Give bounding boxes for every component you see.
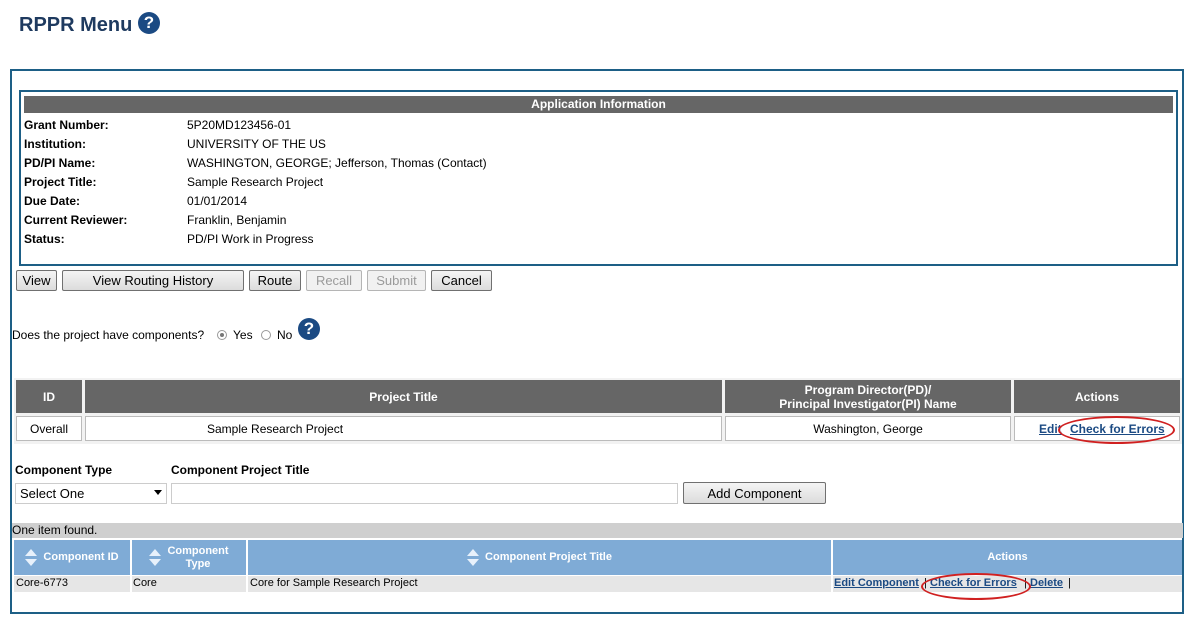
- project-row-pi: Washington, George: [725, 416, 1011, 441]
- project-title-label: Project Title:: [24, 175, 97, 189]
- component-type-select[interactable]: Select One: [15, 483, 167, 504]
- pdpi-header: Program Director(PD)/ Principal Investig…: [725, 380, 1011, 413]
- application-info-header: Application Information: [24, 96, 1173, 113]
- results-count-bar: One item found.: [12, 523, 1183, 538]
- component-type-header-line1: Component: [167, 544, 229, 557]
- institution-label: Institution:: [24, 137, 86, 151]
- action-separator: |: [1068, 577, 1071, 589]
- project-id-header: ID: [16, 380, 82, 413]
- sort-icon: [149, 548, 162, 567]
- recall-button[interactable]: Recall: [306, 270, 362, 291]
- delete-component-link[interactable]: Delete: [1030, 577, 1063, 589]
- results-count: One item found.: [12, 523, 98, 537]
- status-value: PD/PI Work in Progress: [187, 232, 314, 246]
- page-title: RPPR Menu: [19, 14, 133, 36]
- component-title-header[interactable]: Component Project Title: [248, 540, 831, 575]
- component-type-header-label: Component Type: [167, 545, 228, 571]
- component-check-errors-highlight: [921, 573, 1031, 600]
- component-type-header[interactable]: Component Type: [132, 540, 246, 575]
- institution-value: UNIVERSITY OF THE US: [187, 137, 326, 151]
- view-routing-history-button[interactable]: View Routing History: [62, 270, 244, 291]
- route-button[interactable]: Route: [249, 270, 301, 291]
- components-no-radio[interactable]: [261, 330, 271, 340]
- component-title-header-label: Component Project Title: [485, 551, 612, 563]
- component-id-header[interactable]: Component ID: [14, 540, 130, 575]
- grant-number-label: Grant Number:: [24, 118, 109, 132]
- component-row-title: Core for Sample Research Project: [248, 576, 831, 592]
- status-label: Status:: [24, 232, 65, 246]
- components-no-label: No: [277, 328, 293, 342]
- add-component-button[interactable]: Add Component: [683, 482, 826, 504]
- project-actions-header: Actions: [1014, 380, 1180, 413]
- pdpi-header-line1: Program Director(PD)/: [804, 382, 932, 397]
- cancel-button[interactable]: Cancel: [431, 270, 492, 291]
- component-id-header-label: Component ID: [43, 551, 119, 563]
- submit-button[interactable]: Submit: [367, 270, 426, 291]
- grant-number-value: 5P20MD123456-01: [187, 118, 292, 132]
- component-type-select-value: Select One: [20, 486, 85, 501]
- view-button[interactable]: View: [16, 270, 57, 291]
- chevron-down-icon: [154, 490, 162, 495]
- component-title-label: Component Project Title: [171, 463, 310, 477]
- components-help-icon[interactable]: ?: [298, 318, 320, 340]
- components-question: Does the project have components?: [12, 328, 205, 342]
- current-reviewer-label: Current Reviewer:: [24, 213, 128, 227]
- pdpi-header-line2: Principal Investigator(PI) Name: [779, 396, 957, 411]
- components-yes-label: Yes: [233, 328, 253, 342]
- edit-component-link[interactable]: Edit Component: [834, 577, 919, 589]
- component-title-input[interactable]: [171, 483, 678, 504]
- project-row-id: Overall: [16, 416, 82, 441]
- sort-icon: [25, 548, 38, 567]
- component-row-type: Core: [132, 576, 246, 592]
- check-errors-highlight: [1058, 416, 1175, 444]
- due-date-label: Due Date:: [24, 194, 81, 208]
- project-row-title: Sample Research Project: [85, 416, 722, 441]
- pdpi-name-label: PD/PI Name:: [24, 156, 96, 170]
- due-date-value: 01/01/2014: [187, 194, 248, 208]
- component-actions-header: Actions: [833, 540, 1182, 575]
- sort-icon: [467, 548, 480, 567]
- components-yes-radio[interactable]: [217, 330, 227, 340]
- current-reviewer-value: Franklin, Benjamin: [187, 213, 287, 227]
- component-type-header-line2: Type: [185, 557, 211, 570]
- project-title-value: Sample Research Project: [187, 175, 324, 189]
- project-title-header: Project Title: [85, 380, 722, 413]
- help-icon[interactable]: ?: [138, 12, 160, 34]
- component-row-id: Core-6773: [14, 576, 130, 592]
- component-type-label: Component Type: [15, 463, 113, 477]
- pdpi-name-value: WASHINGTON, GEORGE; Jefferson, Thomas (C…: [187, 156, 487, 170]
